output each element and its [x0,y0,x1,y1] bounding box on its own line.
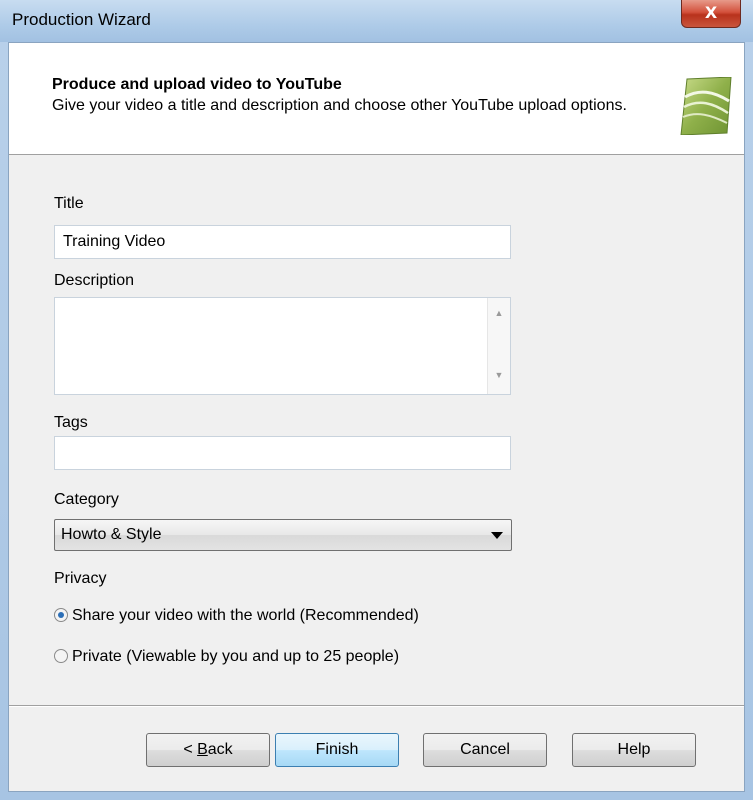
finish-button[interactable]: Finish [275,733,399,767]
header-subtitle: Give your video a title and description … [52,97,627,114]
title-input[interactable] [54,225,511,259]
privacy-option-private-label: Private (Viewable by you and up to 25 pe… [72,648,400,665]
back-prefix: < [183,741,198,758]
back-rest: ack [207,741,233,758]
privacy-option-public-label: Share your video with the world (Recomme… [72,607,419,624]
title-label: Title [54,195,84,212]
cancel-button[interactable]: Cancel [423,733,547,767]
back-mnemonic: B [197,741,208,758]
chevron-down-icon [491,532,503,539]
footer-divider [9,705,744,707]
title-bar[interactable]: Production Wizard X [0,0,753,42]
close-icon: X [704,3,718,22]
tags-label: Tags [54,414,88,431]
scroll-up-icon[interactable]: ▲ [488,308,510,318]
header-title: Produce and upload video to YouTube [52,76,342,93]
window-title: Production Wizard [12,10,151,29]
scroll-down-icon[interactable]: ▼ [488,370,510,380]
category-select[interactable]: Howto & Style [54,519,512,551]
radio-unchecked-icon[interactable] [54,649,68,663]
description-label: Description [54,272,135,289]
tags-input[interactable] [54,436,511,470]
description-scrollbar[interactable]: ▲ ▼ [487,298,510,394]
wizard-logo-icon [680,77,732,135]
production-wizard-window: Production Wizard X Produce and upload v… [0,0,753,800]
privacy-option-private[interactable]: Private (Viewable by you and up to 25 pe… [54,648,399,666]
back-button[interactable]: < Back [146,733,270,767]
privacy-option-public[interactable]: Share your video with the world (Recomme… [54,607,419,625]
close-button[interactable]: X [681,0,741,28]
description-textarea[interactable]: ▲ ▼ [54,297,511,395]
privacy-label: Privacy [54,570,107,587]
wizard-header: Produce and upload video to YouTube Give… [9,43,744,155]
category-selected-value: Howto & Style [61,526,162,543]
wizard-body: Produce and upload video to YouTube Give… [8,42,745,792]
category-label: Category [54,491,119,508]
radio-checked-icon[interactable] [54,608,68,622]
help-button[interactable]: Help [572,733,696,767]
